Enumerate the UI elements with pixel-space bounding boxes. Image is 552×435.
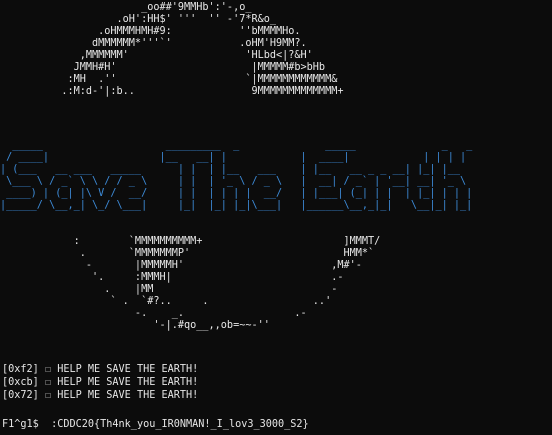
globe-art-line: ,MMMMMM' 'HLbd<|?&H' [0,50,313,61]
globe-art-line: '. :MMMH| .- [0,272,344,283]
flag-output: :CDDC20{Th4nk_you_IR0NMAN!_I_lov3_3000_S… [51,419,309,430]
log-line: [0xf2] ☐ HELP ME SAVE THE EARTH! [2,364,198,376]
globe-art-line: ` . `#?.. . ..' [0,296,332,307]
globe-art-line: . `MMMMMMMP' HMM*` [0,248,375,259]
banner-art-line: _____ _________ _ _____ _ _ [0,140,503,151]
globe-art-line: '-|.#qo__,,ob=~~-'' [0,320,270,331]
log-prefix: [0xcb] [2,377,45,388]
globe-art-line: JMMH#H' |MMMMM#b>bHb [0,62,326,73]
globe-art-line: .oHMMMHMH#9: ''bMMMMHo. [0,26,301,37]
prompt-text: F1^g1$ [2,419,52,430]
banner-art-line: | (___ __ ___ _____ | | | |__ ___ | |__ … [0,164,473,175]
globe-art-line: - |MMMMMH' ,M#'- [0,260,362,271]
log-prefix: [0x72] [2,390,45,401]
log-message: HELP ME SAVE THE EARTH! [51,390,199,401]
globe-art-line: dMMMMMM*'''`' .oHM'H9MM?. [0,38,307,49]
globe-art-line: .oH':HH$' ''' '' -'7*R&o_ [0,14,277,25]
banner-art-line: |_____/ \__,_| \_/ \___| |_| |_| |_|\___… [0,200,473,211]
globe-art-line: :MH .'' `|MMMMMMMMMMMM& [0,74,338,85]
globe-art-line: -. _. .- [0,308,307,319]
prompt-line[interactable]: F1^g1$ :CDDC20{Th4nk_you_IR0NMAN!_I_lov3… [2,419,309,431]
banner-art-line: ____) | (_| |\ V / __/ | | | | | | __/ |… [0,188,473,199]
banner-art-line: / ____| |__ __| | | ____| | | | | [0,152,491,163]
globe-art-line: .:M:d-'|:b.. 9MMMMMMMMMMMMM+ [0,86,344,97]
log-prefix: [0xf2] [2,364,45,375]
log-message: HELP ME SAVE THE EARTH! [51,364,199,375]
globe-art-line: . |MM - [0,284,338,295]
log-line: [0x72] ☐ HELP ME SAVE THE EARTH! [2,390,198,402]
log-line: [0xcb] ☐ HELP ME SAVE THE EARTH! [2,377,198,389]
globe-art-line: : `MMMMMMMMMM+ ]MMMT/ [0,236,381,247]
terminal-window[interactable]: _oo##'9MMHb':'-,o_ .oH':HH$' ''' '' -'7*… [0,0,552,435]
banner-art-line: \___ \ / _` \ \ / / _ \ | | | '_ \ / _ \… [0,176,473,187]
globe-art-line: _oo##'9MMHb':'-,o_ [0,2,252,13]
log-message: HELP ME SAVE THE EARTH! [51,377,199,388]
